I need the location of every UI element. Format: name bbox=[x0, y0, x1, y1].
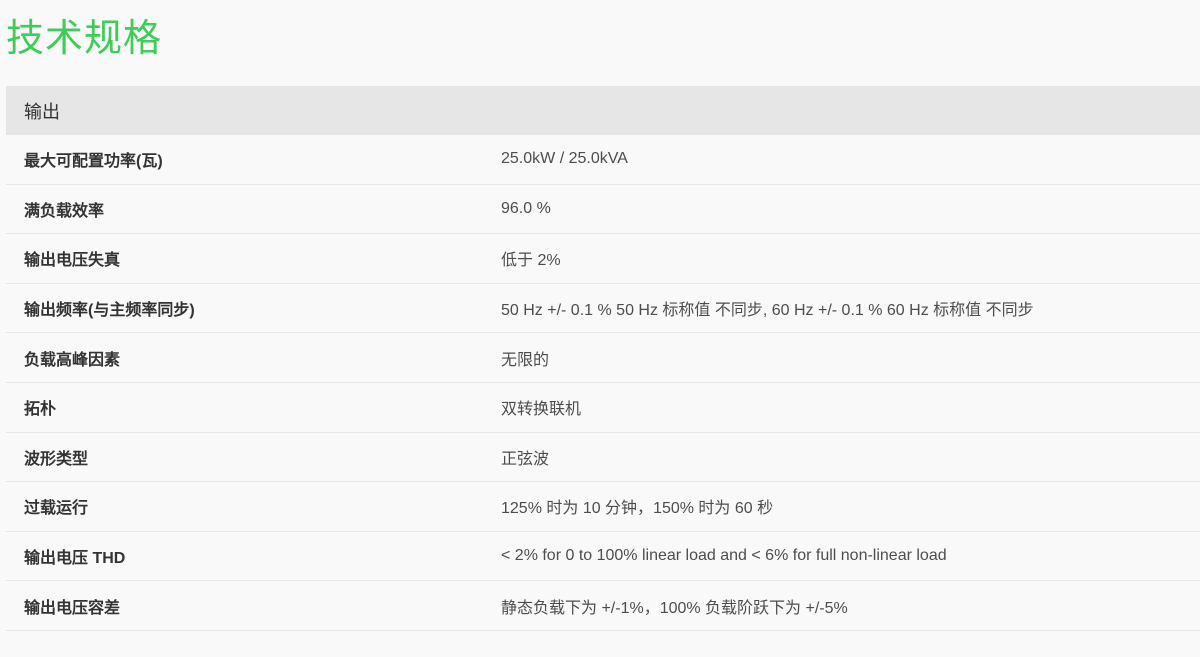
spec-row: 输出电压容差 静态负载下为 +/-1%，100% 负载阶跃下为 +/-5% bbox=[6, 581, 1200, 631]
page-title: 技术规格 bbox=[6, 18, 163, 60]
spec-row: 满负载效率 96.0 % bbox=[6, 185, 1200, 235]
spec-label: 拓朴 bbox=[24, 401, 57, 419]
spec-value: 125% 时为 10 分钟，150% 时为 60 秒 bbox=[501, 500, 774, 518]
spec-label: 波形类型 bbox=[24, 450, 89, 468]
spec-row: 负载高峰因素 无限的 bbox=[6, 333, 1200, 383]
spec-value: 正弦波 bbox=[501, 450, 550, 468]
spec-label: 输出电压 THD bbox=[24, 550, 126, 568]
spec-value: 96.0 % bbox=[501, 199, 551, 217]
spec-label: 最大可配置功率(瓦) bbox=[24, 153, 163, 171]
spec-row: 最大可配置功率(瓦) 25.0kW / 25.0kVA bbox=[6, 135, 1200, 185]
spec-value: 静态负载下为 +/-1%，100% 负载阶跃下为 +/-5% bbox=[501, 599, 848, 617]
spec-label: 输出电压失真 bbox=[24, 252, 121, 270]
spec-table: 最大可配置功率(瓦) 25.0kW / 25.0kVA 满负载效率 96.0 %… bbox=[6, 135, 1200, 631]
spec-value: 50 Hz +/- 0.1 % 50 Hz 标称值 不同步, 60 Hz +/-… bbox=[501, 302, 1034, 320]
section-header-label: 输出 bbox=[24, 101, 60, 122]
spec-row: 过载运行 125% 时为 10 分钟，150% 时为 60 秒 bbox=[6, 482, 1200, 532]
spec-value: < 2% for 0 to 100% linear load and < 6% … bbox=[501, 547, 947, 565]
spec-label: 输出电压容差 bbox=[24, 599, 121, 617]
spec-row: 拓朴 双转换联机 bbox=[6, 383, 1200, 433]
spec-value: 无限的 bbox=[501, 351, 550, 369]
spec-label: 输出频率(与主频率同步) bbox=[24, 302, 195, 320]
spec-value: 25.0kW / 25.0kVA bbox=[501, 150, 628, 168]
spec-row: 输出电压 THD < 2% for 0 to 100% linear load … bbox=[6, 532, 1200, 582]
spec-page: 技术规格 输出 最大可配置功率(瓦) 25.0kW / 25.0kVA 满负载效… bbox=[0, 0, 1200, 657]
spec-value: 双转换联机 bbox=[501, 401, 582, 419]
spec-row: 输出频率(与主频率同步) 50 Hz +/- 0.1 % 50 Hz 标称值 不… bbox=[6, 284, 1200, 334]
spec-row: 输出电压失真 低于 2% bbox=[6, 234, 1200, 284]
spec-label: 负载高峰因素 bbox=[24, 351, 121, 369]
spec-label: 过载运行 bbox=[24, 500, 89, 518]
section-header-output: 输出 bbox=[6, 86, 1200, 135]
spec-row: 波形类型 正弦波 bbox=[6, 433, 1200, 483]
spec-value: 低于 2% bbox=[501, 252, 561, 270]
spec-label: 满负载效率 bbox=[24, 202, 105, 220]
